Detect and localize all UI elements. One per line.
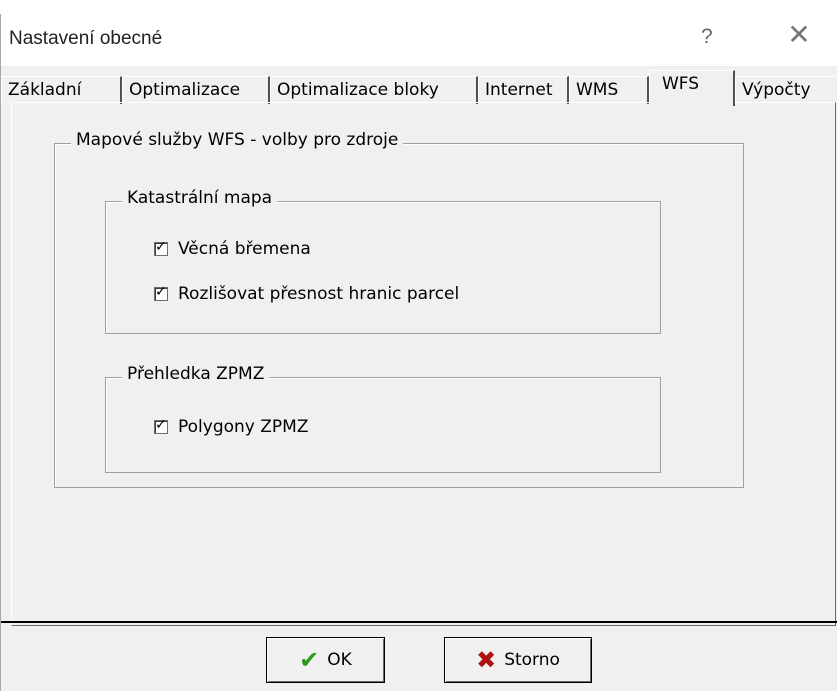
checkbox-label: Rozlišovat přesnost hranic parcel xyxy=(178,284,460,304)
tab-zakladni[interactable]: Základní xyxy=(1,76,122,104)
title-bar: Nastavení obecné ? ✕ xyxy=(1,14,837,66)
cancel-button-label: Storno xyxy=(504,650,560,670)
tab-vypocty[interactable]: Výpočty xyxy=(735,76,837,104)
checkmark-icon: ✓ xyxy=(155,284,167,300)
checkbox-row-rozlisovat[interactable]: ✓ Rozlišovat přesnost hranic parcel xyxy=(154,284,459,304)
checkbox-label: Polygony ZPMZ xyxy=(178,417,309,437)
checkmark-icon: ✔ xyxy=(299,646,320,674)
tab-wfs[interactable]: WFS xyxy=(649,70,735,106)
ok-button[interactable]: ✔ OK xyxy=(266,637,385,683)
ok-button-label: OK xyxy=(327,650,352,670)
cancel-button[interactable]: ✖ Storno xyxy=(444,637,592,683)
tab-optimalizace[interactable]: Optimalizace xyxy=(122,76,270,104)
tab-wms[interactable]: WMS xyxy=(569,76,649,104)
outer-group-title: Mapové služby WFS - volby pro zdroje xyxy=(71,130,404,150)
tab-internet[interactable]: Internet xyxy=(478,76,569,104)
checkbox-polygony-zpmz[interactable]: ✓ xyxy=(154,417,168,434)
group-prehledka-title: Přehledka ZPMZ xyxy=(122,364,270,384)
checkmark-icon: ✓ xyxy=(155,417,167,433)
settings-dialog: Nastavení obecné ? ✕ Základní Optimaliza… xyxy=(0,14,837,691)
checkbox-rozlisovat-presnost[interactable]: ✓ xyxy=(154,284,168,301)
checkbox-row-polygony[interactable]: ✓ Polygony ZPMZ xyxy=(154,417,308,437)
checkbox-vecna-bremena[interactable]: ✓ xyxy=(154,239,168,256)
cross-icon: ✖ xyxy=(476,646,497,674)
tab-panel-wfs: Mapové služby WFS - volby pro zdroje Kat… xyxy=(11,102,836,626)
group-katastralni-mapa: Katastrální mapa ✓ Věcná břemena ✓ Rozli… xyxy=(105,188,661,334)
checkmark-icon: ✓ xyxy=(155,239,167,255)
help-button[interactable]: ? xyxy=(701,25,713,49)
group-katastralni-title: Katastrální mapa xyxy=(122,188,278,208)
tab-optimalizace-bloky[interactable]: Optimalizace bloky xyxy=(270,76,478,104)
bottom-separator xyxy=(1,621,837,623)
close-button[interactable]: ✕ xyxy=(784,20,814,50)
group-prehledka-zpmz: Přehledka ZPMZ ✓ Polygony ZPMZ xyxy=(105,364,661,473)
checkbox-row-vecna-bremena[interactable]: ✓ Věcná břemena xyxy=(154,239,311,259)
outer-group-wfs: Mapové služby WFS - volby pro zdroje Kat… xyxy=(54,130,744,488)
dialog-title: Nastavení obecné xyxy=(9,28,163,49)
tab-bar: Základní Optimalizace Optimalizace bloky… xyxy=(1,66,837,106)
checkbox-label: Věcná břemena xyxy=(178,239,311,259)
